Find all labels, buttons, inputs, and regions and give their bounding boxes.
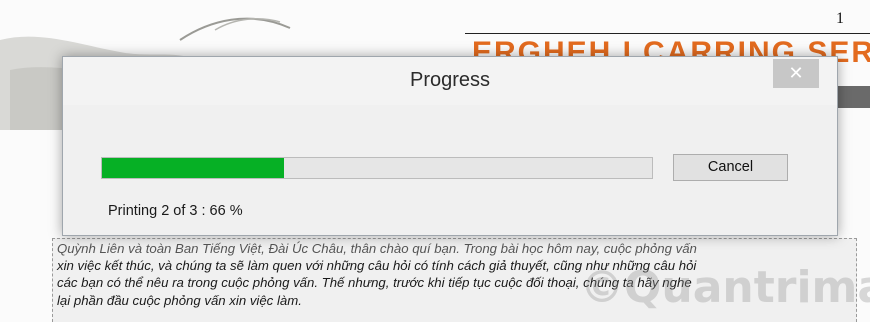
document-line: Quỳnh Liên và toàn Ban Tiếng Việt, Đài Ú… xyxy=(57,241,697,256)
progress-status-text: Printing 2 of 3 : 66 % xyxy=(108,203,243,219)
document-line: lại phần đầu cuộc phỏng vấn xin việc làm… xyxy=(57,292,302,308)
progress-bar xyxy=(101,157,653,179)
progress-dialog: Progress ✕ Cancel Printing 2 of 3 : 66 % xyxy=(62,56,838,236)
document-rule xyxy=(465,33,870,34)
close-icon: ✕ xyxy=(788,63,804,83)
progress-bar-fill xyxy=(102,158,284,178)
document-page-number: 1 xyxy=(836,10,844,27)
dialog-titlebar[interactable]: Progress ✕ xyxy=(63,57,837,105)
screen: 1 ERGHEH LCARRING SERIES Quỳnh Liên và t… xyxy=(0,0,870,322)
document-line: các bạn có thể nêu ra trong cuộc phỏng v… xyxy=(57,275,692,291)
dialog-content: Cancel Printing 2 of 3 : 66 % xyxy=(63,105,837,235)
dialog-title: Progress xyxy=(409,69,491,91)
close-button[interactable]: ✕ xyxy=(773,59,819,88)
document-body-text: Quỳnh Liên và toàn Ban Tiếng Việt, Đài Ú… xyxy=(52,238,857,322)
document-line: xin việc kết thúc, và chúng ta sẽ làm qu… xyxy=(57,258,697,274)
cancel-button[interactable]: Cancel xyxy=(673,154,788,181)
